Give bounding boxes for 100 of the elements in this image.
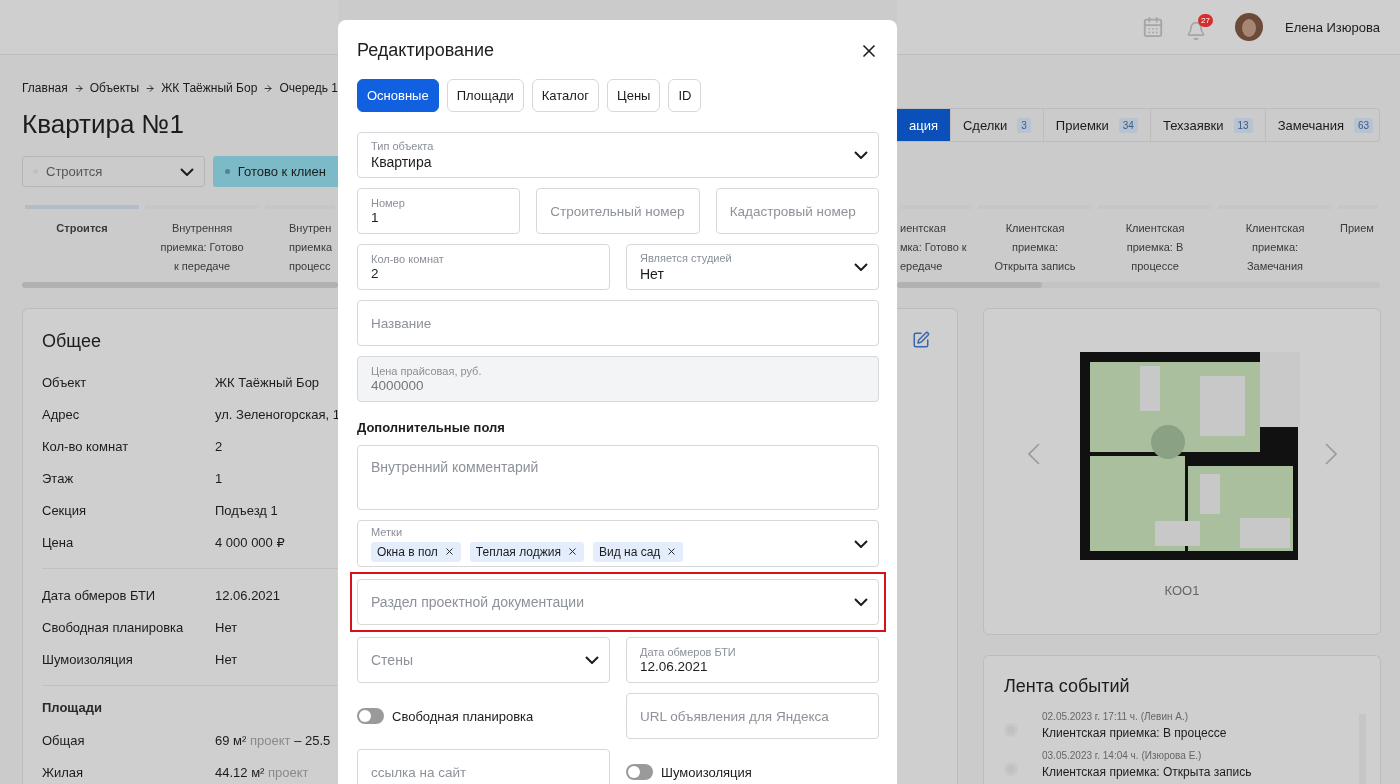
stage-step[interactable]: Клиентская приемка: В процессе	[1098, 205, 1212, 276]
stage-step[interactable]: Строится	[25, 205, 139, 276]
stage-step[interactable]: иентская мка: Готово к ередаче	[900, 205, 972, 276]
section-title: Площади	[42, 699, 103, 717]
chevron-down-icon	[854, 598, 868, 606]
breadcrumb-link[interactable]: ЖК Таёжный Бор	[161, 81, 258, 95]
remove-tag-button[interactable]	[566, 546, 578, 557]
info-value: 44.12 м² проект	[215, 764, 310, 780]
section-heading: Дополнительные поля	[357, 420, 506, 435]
input-field[interactable]: Кол-во комнат 2	[357, 244, 610, 290]
select-field[interactable]: Является студией Нет	[626, 244, 879, 290]
dialog-title: Редактирование	[357, 40, 495, 61]
input-field[interactable]: Строительный номер	[536, 188, 700, 234]
chevron-down-icon	[854, 151, 868, 159]
info-label: Жилая	[42, 764, 85, 780]
page-tab[interactable]: Приемки 34	[1043, 109, 1151, 141]
breadcrumb-link[interactable]: Очередь 1	[279, 81, 338, 95]
stage-step[interactable]: Внутренняя приемка: Готово к передаче	[145, 205, 259, 276]
status-action-button[interactable]: Готово к клиен	[212, 156, 338, 187]
text-input[interactable]: Строительный номер	[550, 203, 689, 219]
input-field[interactable]: Цена прайсовая, руб. 4000000	[357, 356, 879, 402]
avatar	[1235, 13, 1263, 41]
stage-step[interactable]: Клиентская приемка: Открыта запись	[978, 205, 1092, 276]
notification-count: 27	[1198, 13, 1213, 27]
dialog-tab[interactable]: ID	[668, 79, 702, 112]
page-tab[interactable]: ация	[897, 109, 951, 141]
chevron-left-icon	[1027, 442, 1040, 465]
tag-label: Окна в пол	[377, 544, 438, 559]
text-input[interactable]: ссылка на сайт	[371, 764, 599, 780]
chevron-down-icon	[179, 167, 194, 176]
field-label: Является студией	[640, 251, 733, 265]
remove-tag-button[interactable]	[666, 546, 678, 557]
card-title: Общее	[42, 331, 102, 352]
field-label: Тип объекта	[371, 139, 435, 153]
status-value: Строится	[46, 164, 104, 179]
dialog-tab[interactable]: Основные	[357, 79, 439, 112]
breadcrumb-link[interactable]: Главная	[22, 81, 68, 95]
text-input[interactable]: Название	[371, 315, 868, 331]
edit-icon	[912, 331, 930, 349]
event-meta: 03.05.2023 г. 14:04 ч. (Изюрова Е.)	[1042, 750, 1203, 761]
select-field[interactable]: Тип объекта Квартира	[357, 132, 879, 178]
field-value: Квартира	[371, 152, 433, 171]
info-label: Дата обмеров БТИ	[42, 587, 157, 603]
plan-caption: КОО1	[1164, 583, 1200, 598]
text-input[interactable]: 1	[371, 210, 510, 225]
toggle-switch[interactable]	[626, 764, 653, 780]
info-value: Подъезд 1	[215, 502, 279, 518]
close-icon	[566, 546, 578, 557]
text-input[interactable]: 4000000	[371, 378, 868, 393]
tab-count: 13	[1233, 117, 1253, 133]
dialog-tab[interactable]: Каталог	[531, 79, 600, 112]
notifications-button[interactable]: 27	[1186, 13, 1213, 41]
info-value: 12.06.2021	[215, 587, 282, 603]
field-label: Кол-во комнат	[371, 253, 445, 266]
info-value: ЖК Таёжный Бор	[215, 374, 321, 390]
input-field[interactable]: Название	[357, 300, 879, 346]
input-field[interactable]: Номер 1	[357, 188, 521, 234]
stage-step[interactable]: Прием	[1338, 205, 1378, 276]
dialog-tab[interactable]: Площади	[446, 79, 524, 112]
input-field[interactable]: ссылка на сайт	[357, 749, 610, 784]
info-label: Шумоизоляция	[42, 651, 134, 667]
dialog-tab[interactable]: Цены	[607, 79, 661, 112]
comment-field[interactable]: Внутренний комментарий	[357, 445, 879, 510]
toggle-switch[interactable]	[357, 708, 384, 724]
tags-select[interactable]: Метки Окна в пол Теплая лоджия Вид на сад	[357, 520, 879, 567]
info-label: Свободная планировка	[42, 619, 185, 635]
info-label: Цена	[42, 534, 75, 550]
text-input[interactable]: 2	[371, 266, 599, 281]
status-select[interactable]: Строится	[22, 156, 205, 187]
field-value: Нет	[640, 264, 665, 283]
input-field[interactable]: Дата обмеров БТИ 12.06.2021	[626, 637, 879, 683]
close-icon	[666, 546, 678, 557]
event-text: Клиентская приемка: В процессе	[1042, 726, 1228, 740]
tag-label: Теплая лоджия	[475, 544, 561, 559]
info-label: Общая	[42, 732, 86, 748]
page-tab[interactable]: Сделки 3	[951, 109, 1044, 141]
info-value: 2	[215, 438, 224, 454]
text-input[interactable]: 12.06.2021	[640, 659, 868, 674]
field-placeholder: Стены	[371, 652, 414, 668]
info-label: Этаж	[42, 470, 75, 486]
info-label: Адрес	[42, 406, 81, 422]
field-label: Метки	[371, 525, 404, 539]
text-input[interactable]: Кадастровый номер	[729, 203, 868, 219]
input-field[interactable]: URL объявления для Яндекса	[626, 693, 879, 739]
page-tab[interactable]: Замечания 63	[1265, 109, 1386, 141]
stage-step[interactable]: Клиентская приемка: Замечания	[1218, 205, 1332, 276]
chevron-down-icon	[854, 263, 868, 271]
card-title: Лента событий	[1004, 676, 1131, 697]
info-value: Нет	[215, 651, 239, 667]
breadcrumb-link[interactable]: Объекты	[89, 81, 140, 95]
text-input[interactable]: URL объявления для Яндекса	[640, 708, 868, 724]
input-field[interactable]: Кадастровый номер	[715, 188, 879, 234]
info-value: Нет	[215, 619, 239, 635]
remove-tag-button[interactable]	[443, 546, 455, 557]
event-meta: 02.05.2023 г. 17:11 ч. (Левин А.)	[1042, 711, 1190, 722]
tab-count: 63	[1354, 117, 1374, 133]
tab-count: 34	[1118, 117, 1138, 133]
field-label: Цена прайсовая, руб.	[371, 365, 483, 378]
tab-count: 3	[1017, 117, 1031, 133]
page-tab[interactable]: Техзаявки 13	[1150, 109, 1266, 141]
